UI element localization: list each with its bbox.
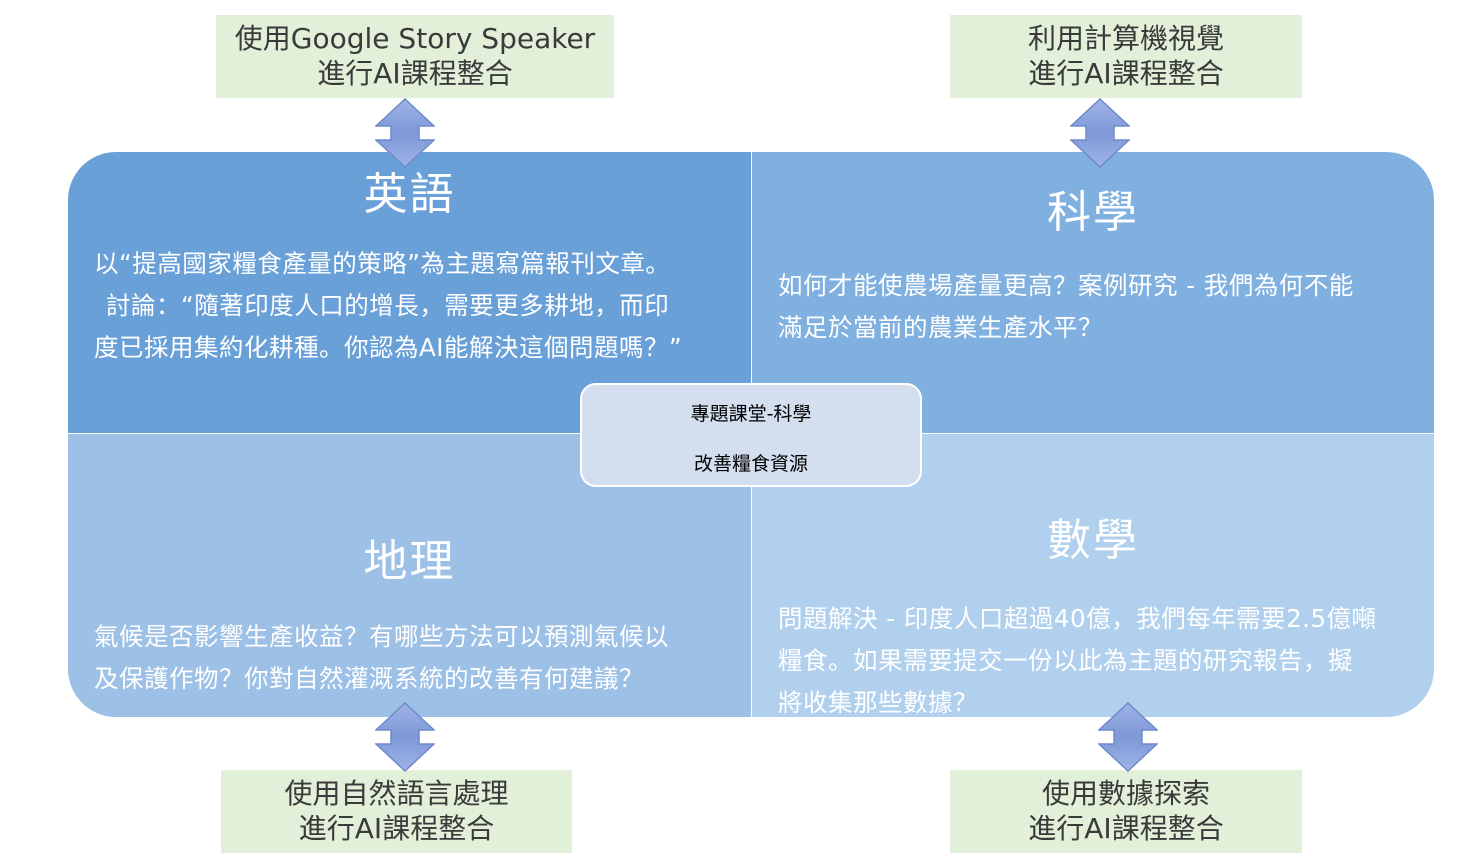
quadrant-text-science-line-1: 如何才能使農場產量更高？案例研究 - 我們為何不能 — [778, 271, 1354, 300]
quadrant-text-english-line-2: 討論：“隨著印度人口的增長，需要更多耕地，而印 — [106, 291, 670, 320]
center-topic-subtitle: 改善糧食資源 — [693, 453, 808, 475]
up-down-arrow-icon — [375, 98, 435, 168]
ai-box-bottom-left-line-2: 進行AI課程整合 — [298, 812, 495, 845]
ai-box-top-left-line-2: 進行AI課程整合 — [317, 57, 513, 90]
quadrant-text-science-line-2: 滿足於當前的農業生產水平？ — [778, 313, 1103, 342]
up-down-arrow-icon — [375, 702, 435, 772]
quadrant-title-geography: 地理 — [363, 536, 456, 587]
quadrant-text-geography-line-2: 及保護作物？你對自然灌溉系統的改善有何建議？ — [94, 664, 644, 693]
center-topic-box: 專題課堂-科學 改善糧食資源 — [580, 383, 922, 487]
quadrant-text-english-line-1: 以“提高國家糧食產量的策略”為主題寫篇報刊文章。 — [94, 249, 671, 278]
ai-box-bottom-right-line-2: 進行AI課程整合 — [1028, 812, 1224, 845]
ai-box-bottom-right-line-1: 使用數據探索 — [1041, 777, 1210, 810]
quadrant-text-math-line-2: 糧食。如果需要提交一份以此為主題的研究報告，擬 — [778, 646, 1353, 675]
quadrant-title-science: 科學 — [1047, 187, 1139, 238]
quadrant-text-english-line-3: 度已採用集約化耕種。你認為AI能解決這個問題嗎？” — [94, 333, 683, 362]
up-down-arrow-icon — [1098, 702, 1158, 772]
ai-box-bottom-right: 使用數據探索 進行AI課程整合 — [950, 770, 1302, 853]
ai-box-top-right-line-2: 進行AI課程整合 — [1028, 57, 1224, 90]
quadrant-title-math: 數學 — [1047, 515, 1139, 566]
quadrant-text-math-line-1: 問題解決 - 印度人口超過40億，我們每年需要2.5億噸 — [778, 604, 1377, 633]
center-topic-title: 專題課堂-科學 — [690, 403, 812, 425]
quadrant-text-math-line-3: 將收集那些數據？ — [778, 688, 978, 717]
ai-box-bottom-left-line-1: 使用自然語言處理 — [284, 777, 509, 810]
ai-box-top-right: 利用計算機視覺 進行AI課程整合 — [950, 15, 1302, 98]
up-down-arrow-icon — [1070, 98, 1130, 168]
ai-box-top-right-line-1: 利用計算機視覺 — [1027, 22, 1224, 55]
quadrant-text-geography-line-1: 氣候是否影響生產收益？有哪些方法可以預測氣候以 — [94, 622, 669, 651]
ai-box-top-left: 使用Google Story Speaker 進行AI課程整合 — [216, 15, 614, 98]
ai-box-top-left-line-1: 使用Google Story Speaker — [234, 22, 596, 55]
ai-box-bottom-left: 使用自然語言處理 進行AI課程整合 — [221, 770, 572, 853]
